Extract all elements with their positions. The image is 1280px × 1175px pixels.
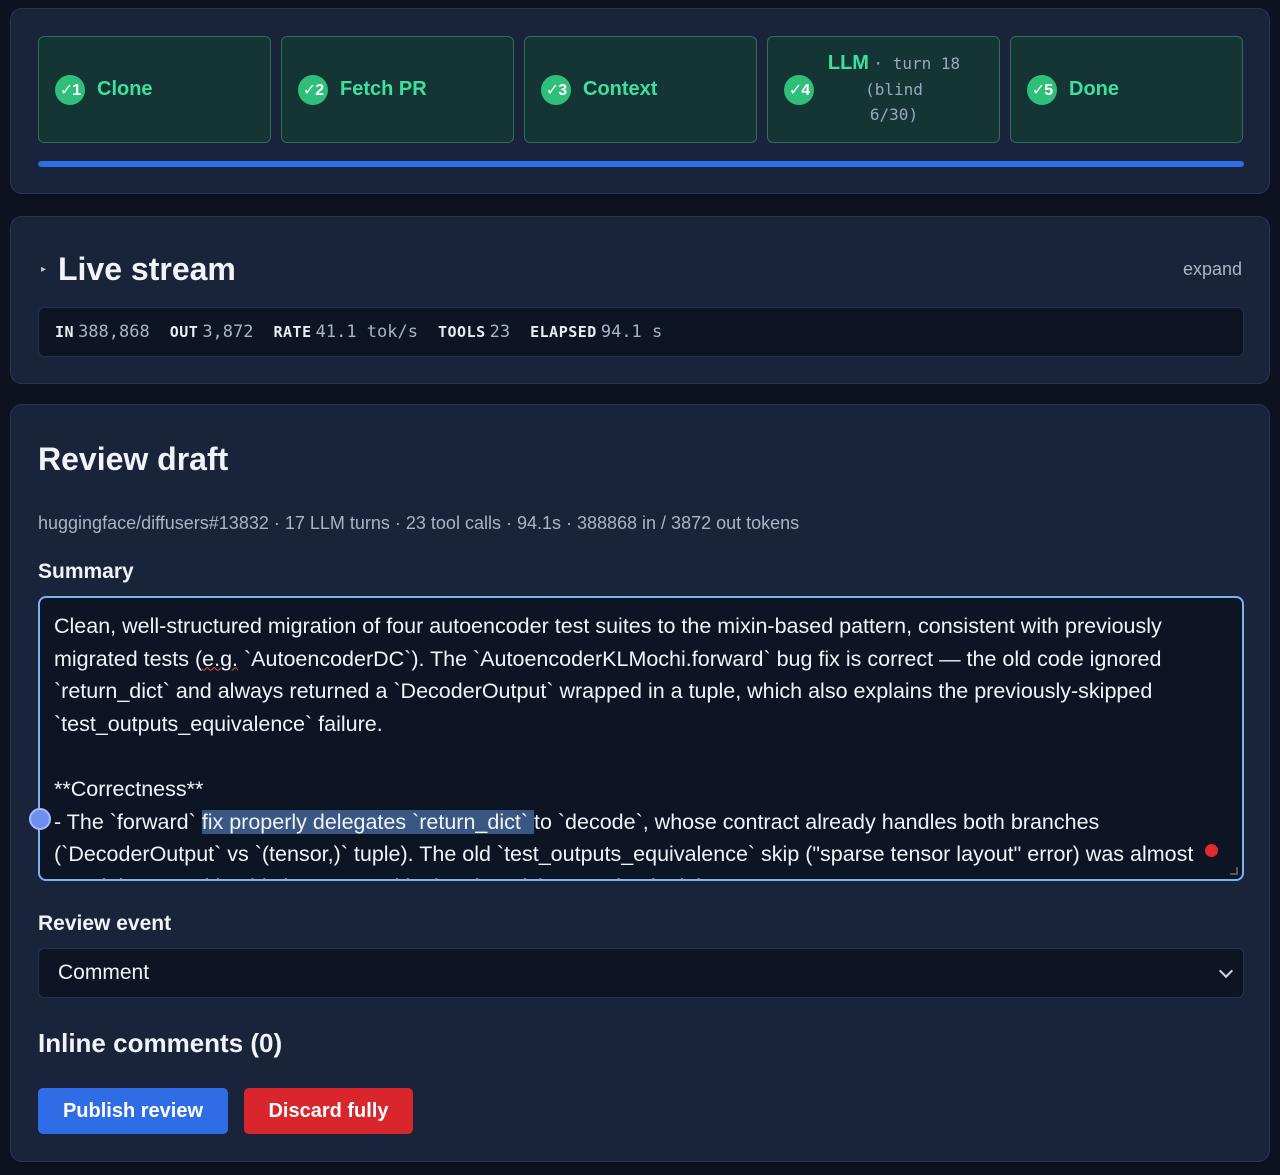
llm-step-detail: LLM · turn 18 (blind 6/30) xyxy=(824,51,964,127)
summary-text[interactable]: Clean, well-structured migration of four… xyxy=(54,610,1228,879)
text-selection: fix properly delegates `return_dict` xyxy=(201,809,534,834)
llm-blind-label: (blind xyxy=(865,80,923,99)
summary-label: Summary xyxy=(38,560,134,583)
stat-key: RATE xyxy=(273,323,312,341)
stat-value: 23 xyxy=(489,322,511,342)
check-icon: ✓1 xyxy=(55,74,85,105)
pipeline-progress-bar xyxy=(38,161,1244,167)
resize-grip-icon[interactable] xyxy=(1230,867,1238,875)
publish-review-button[interactable]: Publish review xyxy=(38,1088,228,1134)
expand-link[interactable]: expand xyxy=(1183,259,1242,280)
llm-turn: · turn 18 xyxy=(873,54,961,73)
progress-fill xyxy=(38,161,1244,167)
spellcheck-word: e.g. xyxy=(202,646,239,671)
stat-rate: RATE 41.1 tok/s xyxy=(274,322,418,342)
step-context: ✓3 Context xyxy=(524,36,757,143)
step-fetch-pr: ✓2 Fetch PR xyxy=(281,36,514,143)
stat-key: IN xyxy=(55,323,75,341)
inline-comments-title: Inline comments (0) xyxy=(38,1028,283,1058)
step-label: Done xyxy=(1069,78,1119,100)
step-done: ✓5 Done xyxy=(1010,36,1243,143)
summary-textarea[interactable]: Clean, well-structured migration of four… xyxy=(38,596,1244,881)
stat-value: 388,868 xyxy=(78,322,150,342)
review-meta: huggingface/diffusers#13832 · 17 LLM tur… xyxy=(38,513,800,533)
review-event-select[interactable]: Comment xyxy=(38,948,1244,998)
collapse-caret-icon[interactable]: ▸ xyxy=(41,264,46,275)
step-label: LLM xyxy=(827,52,869,74)
step-label: Fetch PR xyxy=(340,78,427,100)
step-label: Context xyxy=(583,78,658,100)
discard-fully-button[interactable]: Discard fully xyxy=(244,1088,413,1134)
live-stream-title: Live stream xyxy=(58,251,236,287)
check-icon: ✓3 xyxy=(541,74,571,105)
check-icon: ✓4 xyxy=(784,74,814,105)
stat-value: 94.1 s xyxy=(600,322,663,342)
stat-in: IN 388,868 xyxy=(55,322,150,342)
token-stats-bar: IN 388,868 OUT 3,872 RATE 41.1 tok/s TOOLS 2… xyxy=(38,307,1244,357)
stat-value: 41.1 tok/s xyxy=(315,322,418,342)
step-llm: ✓4 LLM · turn 18 (blind 6/30) xyxy=(767,36,1000,143)
review-draft-panel: Review draft huggingface/diffusers#13832… xyxy=(10,404,1270,1162)
chevron-down-icon xyxy=(1218,963,1234,979)
step-label: Clone xyxy=(97,78,153,100)
recording-dot-icon xyxy=(1205,844,1218,857)
review-event-label: Review event xyxy=(38,912,172,935)
stat-out: OUT 3,872 xyxy=(170,322,254,342)
live-stream-panel: ▸ Live stream expand IN 388,868 OUT 3,872 … xyxy=(10,216,1270,384)
review-event-value: Comment xyxy=(58,961,150,984)
check-icon: ✓2 xyxy=(298,74,328,105)
summary-text-part: `AutoencoderDC`). The `AutoencoderKLMoch… xyxy=(54,646,1162,834)
stat-key: TOOLS xyxy=(437,323,486,341)
stat-value: 3,872 xyxy=(202,322,254,342)
stat-tools: TOOLS 23 xyxy=(438,322,510,342)
review-draft-title: Review draft xyxy=(38,441,229,477)
selection-handle-icon[interactable] xyxy=(29,808,51,830)
stat-key: OUT xyxy=(169,323,199,341)
pipeline-steps: ✓1 Clone ✓2 Fetch PR ✓3 Context ✓4 LLM ·… xyxy=(38,36,1244,143)
check-icon: ✓5 xyxy=(1027,74,1057,105)
step-clone: ✓1 Clone xyxy=(38,36,271,143)
stat-key: ELAPSED xyxy=(530,323,597,341)
pipeline-panel: ✓1 Clone ✓2 Fetch PR ✓3 Context ✓4 LLM ·… xyxy=(10,8,1270,194)
stat-elapsed: ELAPSED 94.1 s xyxy=(530,322,662,342)
llm-blind-count: 6/30) xyxy=(869,105,919,124)
